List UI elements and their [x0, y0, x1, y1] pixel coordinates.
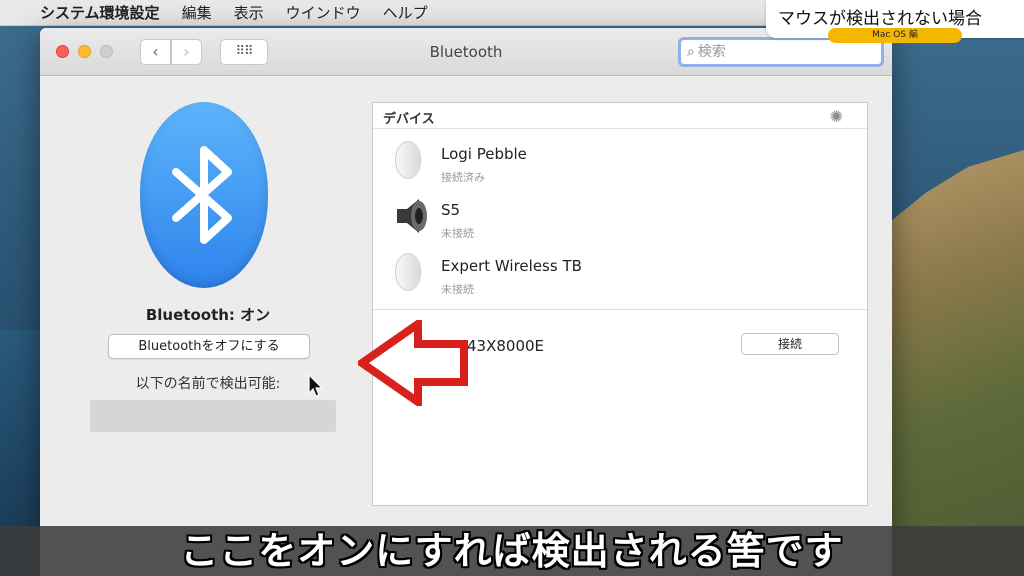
device-name: Logi Pebble: [441, 145, 527, 163]
device-status: 接続済み: [441, 171, 485, 184]
bluetooth-logo-icon: [140, 102, 268, 288]
device-name: S5: [441, 201, 461, 219]
pointer-cursor-icon: [308, 374, 324, 397]
device-row[interactable]: Logi Pebble 接続済み: [373, 131, 867, 187]
bluetooth-status: Bluetooth: オン: [145, 306, 271, 324]
mouse-icon: [395, 253, 421, 291]
caption-title: マウスが検出されない場合: [778, 9, 982, 29]
menu-item-edit[interactable]: 編集: [182, 2, 212, 23]
device-status: 未接続: [441, 227, 474, 240]
menu-item-view[interactable]: 表示: [234, 2, 264, 23]
mouse-icon: [395, 141, 421, 179]
device-row[interactable]: S5 未接続: [373, 187, 867, 243]
subtitle-text: ここをオンにすれば検出される筈です: [180, 529, 844, 573]
search-icon: ⌕: [687, 44, 695, 60]
desktop-mountain: [884, 150, 1024, 576]
menu-item-help[interactable]: ヘルプ: [383, 2, 428, 23]
title-bar[interactable]: ‹ › ⠿⠿ Bluetooth ⌕ 検索: [40, 28, 892, 76]
menu-app-name[interactable]: システム環境設定: [40, 2, 160, 23]
device-row[interactable]: Expert Wireless TB 未接続: [373, 243, 867, 299]
devices-header-label: デバイス: [383, 112, 435, 127]
speaker-icon: [395, 197, 427, 235]
other-device-name: 43X8000E: [467, 337, 545, 355]
bluetooth-off-button[interactable]: Bluetoothをオフにする: [108, 334, 310, 359]
discoverable-name-field: [90, 400, 336, 432]
devices-header: デバイス ✺: [373, 103, 867, 129]
red-arrow-icon: [358, 320, 468, 406]
section-divider: [373, 309, 867, 310]
search-placeholder: 検索: [697, 44, 726, 60]
caption-badge: Mac OS 編: [828, 28, 962, 43]
discoverable-label: 以下の名前で検出可能:: [135, 376, 281, 392]
bluetooth-preferences-window: ‹ › ⠿⠿ Bluetooth ⌕ 検索 Bluetooth: オン Bluet…: [40, 28, 892, 576]
device-name: Expert Wireless TB: [441, 257, 582, 275]
devices-list: デバイス ✺ Logi Pebble 接続済み S5 未接続 Expert Wi…: [372, 102, 868, 506]
loading-spinner-icon: ✺: [829, 107, 843, 126]
device-status: 未接続: [441, 283, 474, 296]
connect-button[interactable]: 接続: [741, 333, 839, 355]
menu-item-window[interactable]: ウインドウ: [286, 2, 361, 23]
